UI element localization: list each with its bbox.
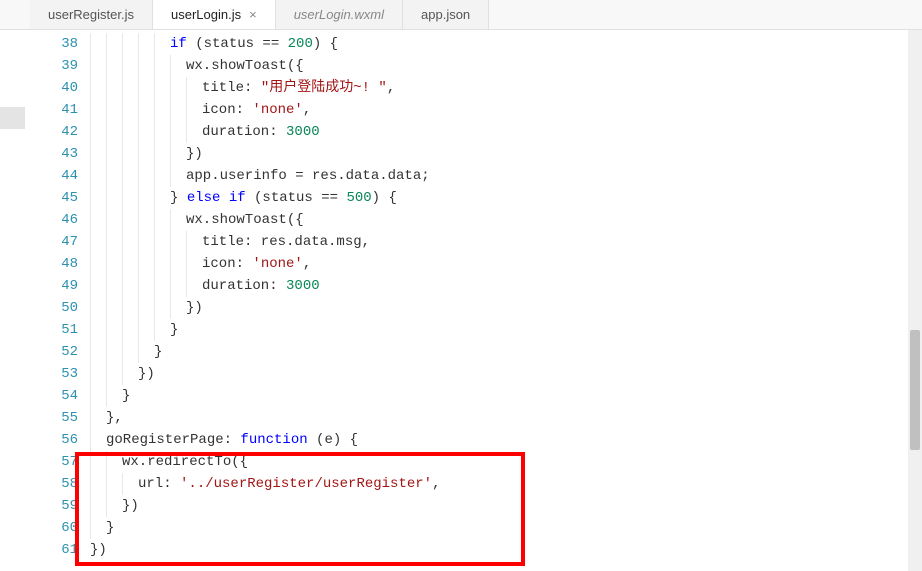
tab-appjson[interactable]: app.json xyxy=(403,0,489,29)
scroll-thumb[interactable] xyxy=(910,330,920,450)
line-number: 56 xyxy=(25,429,90,451)
code-line[interactable]: url: '../userRegister/userRegister', xyxy=(90,473,922,495)
code-line[interactable]: } xyxy=(90,385,922,407)
code-line[interactable]: } xyxy=(90,319,922,341)
line-number: 61 xyxy=(25,539,90,561)
code-line[interactable]: } xyxy=(90,341,922,363)
code-line[interactable]: wx.showToast({ xyxy=(90,55,922,77)
code-line[interactable]: duration: 3000 xyxy=(90,121,922,143)
tab-userregister[interactable]: userRegister.js xyxy=(30,0,153,29)
line-number: 53 xyxy=(25,363,90,385)
code-line[interactable]: duration: 3000 xyxy=(90,275,922,297)
code-area[interactable]: if (status == 200) {wx.showToast({title:… xyxy=(90,30,922,571)
line-number: 38 xyxy=(25,33,90,55)
code-line[interactable]: }) xyxy=(90,539,922,561)
code-line[interactable]: icon: 'none', xyxy=(90,99,922,121)
code-line[interactable]: }) xyxy=(90,143,922,165)
line-number: 49 xyxy=(25,275,90,297)
vertical-scrollbar[interactable] xyxy=(908,30,922,571)
code-line[interactable]: } else if (status == 500) { xyxy=(90,187,922,209)
line-number: 51 xyxy=(25,319,90,341)
line-number: 40 xyxy=(25,77,90,99)
code-line[interactable]: }) xyxy=(90,297,922,319)
line-number: 57 xyxy=(25,451,90,473)
code-line[interactable]: app.userinfo = res.data.data; xyxy=(90,165,922,187)
code-line[interactable]: icon: 'none', xyxy=(90,253,922,275)
line-number: 42 xyxy=(25,121,90,143)
tab-label: userLogin.wxml xyxy=(294,7,384,22)
code-line[interactable]: }, xyxy=(90,407,922,429)
code-line[interactable]: wx.showToast({ xyxy=(90,209,922,231)
close-icon[interactable]: × xyxy=(249,7,257,22)
line-number: 59 xyxy=(25,495,90,517)
tab-label: userLogin.js xyxy=(171,7,241,22)
line-number: 45 xyxy=(25,187,90,209)
line-number: 52 xyxy=(25,341,90,363)
line-number-gutter: 3839404142434445464748495051525354555657… xyxy=(25,30,90,571)
code-line[interactable]: } xyxy=(90,517,922,539)
code-line[interactable]: title: "用户登陆成功~! ", xyxy=(90,77,922,99)
code-line[interactable]: }) xyxy=(90,495,922,517)
tab-label: userRegister.js xyxy=(48,7,134,22)
tab-label: app.json xyxy=(421,7,470,22)
line-number: 58 xyxy=(25,473,90,495)
code-line[interactable]: }) xyxy=(90,363,922,385)
line-number: 50 xyxy=(25,297,90,319)
code-line[interactable]: if (status == 200) { xyxy=(90,33,922,55)
tab-userlogin-wxml[interactable]: userLogin.wxml xyxy=(276,0,403,29)
line-number: 48 xyxy=(25,253,90,275)
code-line[interactable]: title: res.data.msg, xyxy=(90,231,922,253)
tab-userlogin-js[interactable]: userLogin.js × xyxy=(153,0,276,29)
line-number: 41 xyxy=(25,99,90,121)
line-number: 44 xyxy=(25,165,90,187)
code-editor[interactable]: 3839404142434445464748495051525354555657… xyxy=(0,30,922,571)
gutter-marker xyxy=(0,107,25,129)
tab-bar: userRegister.js userLogin.js × userLogin… xyxy=(0,0,922,30)
line-number: 39 xyxy=(25,55,90,77)
line-number: 54 xyxy=(25,385,90,407)
code-line[interactable]: wx.redirectTo({ xyxy=(90,451,922,473)
line-number: 60 xyxy=(25,517,90,539)
line-number: 47 xyxy=(25,231,90,253)
code-line[interactable]: goRegisterPage: function (e) { xyxy=(90,429,922,451)
line-number: 55 xyxy=(25,407,90,429)
line-number: 43 xyxy=(25,143,90,165)
line-number: 46 xyxy=(25,209,90,231)
